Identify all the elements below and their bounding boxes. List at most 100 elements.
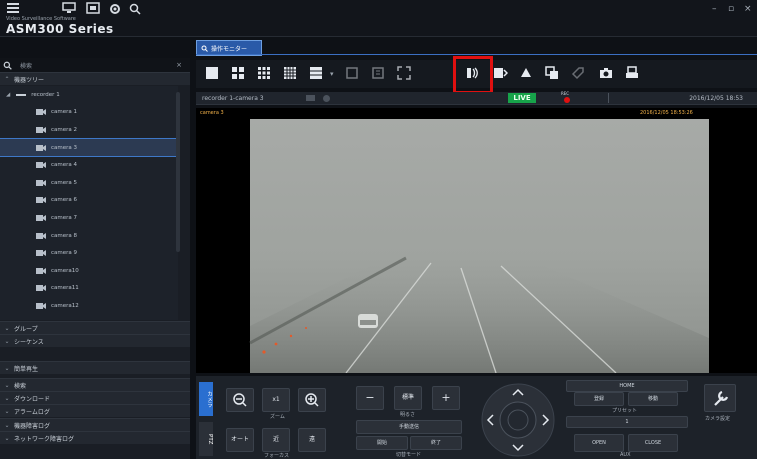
camera-label: camera 1 xyxy=(51,109,78,116)
zoom-out-icon xyxy=(233,393,247,407)
section-label: アラームログ xyxy=(14,408,50,416)
search-icon xyxy=(201,45,208,52)
camera-label: camera 4 xyxy=(51,162,78,169)
section-label: 機器障害ログ xyxy=(14,422,51,430)
next-page-icon[interactable] xyxy=(370,65,388,83)
focus-far-button[interactable]: 遠 xyxy=(298,428,326,452)
clear-icon[interactable]: × xyxy=(176,61,182,69)
section-row[interactable]: ⌄ グループ xyxy=(0,321,190,334)
mic-icon[interactable] xyxy=(305,95,315,101)
aux-close-button[interactable]: CLOSE xyxy=(628,434,678,452)
sidebar-search[interactable]: 検索 × xyxy=(0,58,190,73)
tree-item-recorder[interactable]: ◢ recorder 1 xyxy=(0,86,178,104)
camera-list: camera 1 camera 2 camera 3 camera 4 camera 5… xyxy=(0,104,179,315)
layout-1-icon[interactable] xyxy=(204,65,222,83)
aux-number-select[interactable]: 1 xyxy=(566,416,688,428)
layout-16-icon[interactable] xyxy=(282,65,300,83)
ptz-pad[interactable] xyxy=(480,382,556,458)
layout-custom-icon[interactable] xyxy=(308,65,326,83)
tag-icon[interactable] xyxy=(570,65,588,83)
camera-settings-button[interactable] xyxy=(704,384,736,412)
camera-icon xyxy=(36,284,46,292)
section-label: 簡単再生 xyxy=(14,365,39,373)
tree-scrollbar[interactable] xyxy=(176,92,180,252)
zoom-in-button[interactable] xyxy=(298,388,326,412)
layout-4-icon[interactable] xyxy=(230,65,248,83)
tab-label: 操作モニター xyxy=(211,45,248,53)
maximize-button[interactable]: ▫ xyxy=(728,4,734,14)
section-row[interactable]: ⌄ 簡単再生 xyxy=(0,361,190,374)
camera-label: camera11 xyxy=(51,285,79,292)
section-row[interactable]: ⌄ アラームログ xyxy=(0,404,190,417)
tree-item-camera[interactable]: camera 6 xyxy=(0,192,178,210)
preset-register-button[interactable]: 登録 xyxy=(574,392,624,406)
divider xyxy=(608,93,609,103)
rotate-icon[interactable] xyxy=(518,65,536,83)
section-row[interactable]: ⌄ ダウンロード xyxy=(0,391,190,404)
camera-icon xyxy=(36,302,46,310)
tree-item-camera[interactable]: camera12 xyxy=(0,297,178,315)
camera-icon xyxy=(36,144,46,152)
zoom-out-button[interactable] xyxy=(226,388,254,412)
tree-item-camera[interactable]: camera 7 xyxy=(0,209,178,227)
minimize-button[interactable]: – xyxy=(712,4,717,14)
prev-page-icon[interactable] xyxy=(344,65,362,83)
section-device-tree[interactable]: ⌃ 機器ツリー xyxy=(0,72,190,85)
tree-item-camera[interactable]: camera 3 xyxy=(0,137,179,158)
device-tree: ◢ recorder 1 camera 1 camera 2 camera 3 cam… xyxy=(0,86,179,320)
copy-icon[interactable] xyxy=(544,65,562,83)
brightness-plus-button[interactable]: + xyxy=(432,386,460,410)
section-row[interactable]: ⌄ 検索 xyxy=(0,378,190,391)
fullscreen-icon[interactable] xyxy=(396,65,414,83)
gear-icon[interactable] xyxy=(108,2,126,20)
chevron-down-icon: ⌄ xyxy=(4,421,10,429)
layout-9-icon[interactable] xyxy=(256,65,274,83)
tree-item-camera[interactable]: camera10 xyxy=(0,262,178,280)
start-button[interactable]: 開始 xyxy=(356,436,408,450)
section-row[interactable]: ⌄ ネットワーク障害ログ xyxy=(0,431,190,444)
video-viewport[interactable] xyxy=(196,108,757,373)
section-row[interactable]: ⌄ シーケンス xyxy=(0,334,190,347)
display-icon[interactable] xyxy=(86,2,104,20)
highlight-box xyxy=(453,56,493,94)
layout-dropdown-icon[interactable]: ▾ xyxy=(330,70,334,78)
print-icon[interactable] xyxy=(624,65,642,83)
camera-label: camera 9 xyxy=(51,250,78,257)
tab-underline xyxy=(196,54,757,55)
search-icon[interactable] xyxy=(128,2,146,20)
sequence-icon[interactable] xyxy=(492,65,510,83)
home-select[interactable]: HOME xyxy=(566,380,688,392)
tree-item-camera[interactable]: camera 4 xyxy=(0,156,178,174)
close-button[interactable]: × xyxy=(744,4,752,14)
preset-move-button[interactable]: 移動 xyxy=(628,392,678,406)
end-button[interactable]: 終了 xyxy=(410,436,462,450)
aux-select[interactable]: 手動送信 xyxy=(356,420,462,434)
live-badge: LIVE xyxy=(508,93,536,103)
rec-label: REC xyxy=(561,91,570,96)
chevron-down-icon: ⌄ xyxy=(4,434,10,442)
camera-icon xyxy=(36,126,46,134)
tree-item-camera[interactable]: camera 8 xyxy=(0,227,178,245)
datetime: 2016/12/05 18:53 xyxy=(689,94,743,102)
tree-item-camera[interactable]: camera 1 xyxy=(0,104,178,122)
tree-item-camera[interactable]: camera11 xyxy=(0,280,178,298)
section-row[interactable]: ⌄ 機器障害ログ xyxy=(0,418,190,431)
camera-icon[interactable] xyxy=(598,65,616,83)
video-timestamp: 2016/12/05 18:53:26 xyxy=(640,110,693,116)
tree-item-camera[interactable]: camera 9 xyxy=(0,244,178,262)
tab-ptz[interactable]: PTZ xyxy=(199,422,213,456)
status-icon xyxy=(322,94,330,102)
zoom-x1-button[interactable]: x1 xyxy=(262,388,290,412)
aux-open-button[interactable]: OPEN xyxy=(574,434,624,452)
tab-camera[interactable]: カメラ xyxy=(199,382,213,416)
brightness-standard-button[interactable]: 標準 xyxy=(394,386,422,410)
camera-icon xyxy=(36,108,46,116)
camera-settings-caption: カメラ設定 xyxy=(705,416,731,422)
focus-near-button[interactable]: 近 xyxy=(262,428,290,452)
brightness-minus-button[interactable]: − xyxy=(356,386,384,410)
tree-item-camera[interactable]: camera 2 xyxy=(0,121,178,139)
section-label: ダウンロード xyxy=(14,395,51,403)
focus-auto-button[interactable]: オート xyxy=(226,428,254,452)
tree-item-camera[interactable]: camera 5 xyxy=(0,174,178,192)
camera-label: camera12 xyxy=(51,302,79,309)
